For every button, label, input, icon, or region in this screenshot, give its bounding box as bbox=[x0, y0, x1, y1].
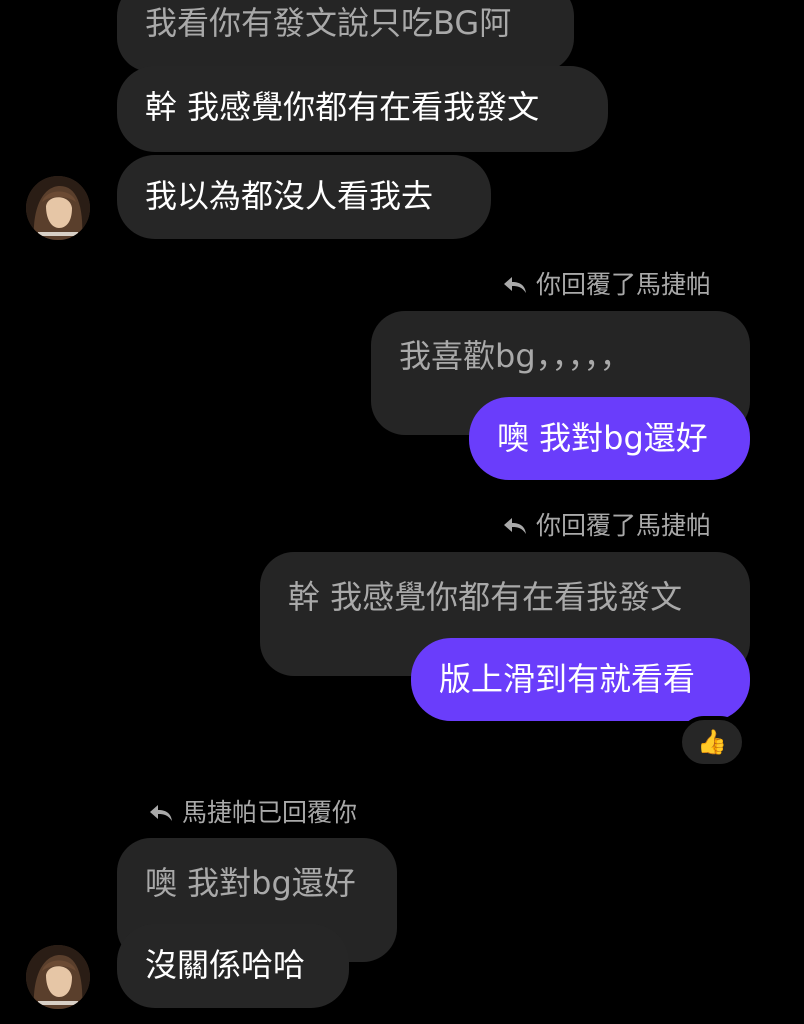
reply-label-text: 你回覆了馬捷帕 bbox=[536, 511, 712, 540]
reaction-badge[interactable]: 👍 bbox=[678, 716, 746, 768]
quoted-text: 幹 我感覺你都有在看我發文 bbox=[288, 578, 683, 616]
message-bubble-outgoing[interactable]: 版上滑到有就看看 bbox=[411, 638, 750, 721]
message-bubble-incoming[interactable]: 幹 我感覺你都有在看我發文 bbox=[117, 66, 608, 152]
contact-avatar[interactable] bbox=[26, 945, 90, 1009]
reply-label-text: 馬捷帕已回覆你 bbox=[182, 798, 358, 827]
message-text: 噢 我對bg還好 bbox=[497, 419, 708, 457]
message-bubble-outgoing[interactable]: 噢 我對bg還好 bbox=[469, 397, 750, 480]
message-text: 幹 我感覺你都有在看我發文 bbox=[145, 88, 540, 126]
message-text: 我看你有發文說只吃BG阿 bbox=[145, 4, 512, 42]
contact-avatar[interactable] bbox=[26, 176, 90, 240]
message-text: 沒關係哈哈 bbox=[145, 946, 306, 984]
reply-indicator: 你回覆了馬捷帕 bbox=[502, 511, 711, 541]
reply-arrow-icon bbox=[150, 805, 172, 821]
reply-indicator: 你回覆了馬捷帕 bbox=[502, 270, 711, 300]
reply-indicator: 馬捷帕已回覆你 bbox=[148, 798, 357, 828]
avatar-image bbox=[26, 176, 90, 240]
thumbs-up-icon: 👍 bbox=[697, 728, 727, 756]
reply-arrow-icon bbox=[504, 277, 526, 293]
quoted-text: 我喜歡bg，，，，， bbox=[399, 337, 632, 375]
reply-label-text: 你回覆了馬捷帕 bbox=[536, 270, 712, 299]
reply-arrow-icon bbox=[504, 518, 526, 534]
quoted-text: 噢 我對bg還好 bbox=[145, 864, 356, 902]
avatar-image bbox=[26, 945, 90, 1009]
message-bubble-incoming-partial[interactable]: 我看你有發文說只吃BG阿 bbox=[117, 0, 574, 72]
message-text: 版上滑到有就看看 bbox=[439, 660, 696, 698]
message-text: 我以為都沒人看我去 bbox=[145, 177, 434, 215]
message-bubble-incoming[interactable]: 沒關係哈哈 bbox=[117, 924, 349, 1008]
message-bubble-incoming[interactable]: 我以為都沒人看我去 bbox=[117, 155, 491, 239]
